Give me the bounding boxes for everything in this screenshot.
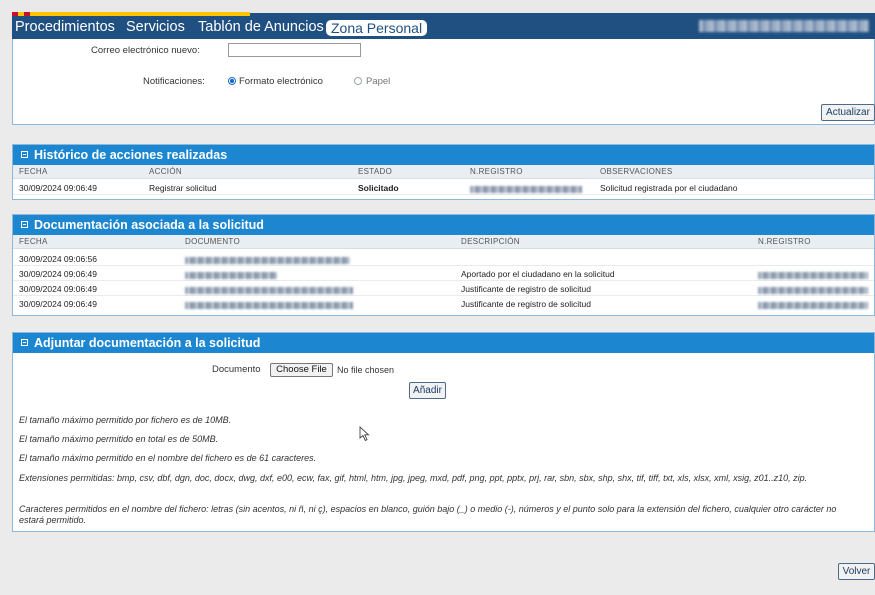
cell-nregistro-blurred — [758, 301, 868, 311]
note-max-name: El tamaño máximo permitido en el nombre … — [19, 453, 317, 463]
note-max-total: El tamaño máximo permitido en total es d… — [19, 434, 219, 444]
email-field[interactable] — [228, 43, 361, 57]
note-extensions: Extensiones permitidas: bmp, csv, dbf, d… — [19, 473, 808, 483]
col-fecha: FECHA — [19, 237, 48, 246]
table-row: 30/09/2024 09:06:49 Aportado por el ciud… — [13, 268, 874, 281]
mouse-cursor-icon — [359, 426, 370, 442]
attach-panel: Adjuntar documentación a la solicitud Do… — [12, 332, 875, 532]
history-header: Histórico de acciones realizadas — [13, 145, 874, 165]
option-electronic-label: Formato electrónico — [239, 76, 323, 87]
nav-zona-personal[interactable]: Zona Personal — [326, 20, 428, 36]
add-button[interactable]: Añadir — [409, 382, 446, 399]
no-file-text: No file chosen — [337, 365, 395, 375]
history-columns: FECHA ACCIÓN ESTADO N.REGISTRO OBSERVACI… — [13, 165, 874, 179]
back-button[interactable]: Volver — [838, 563, 875, 580]
table-row: 30/09/2024 09:06:56 — [13, 253, 874, 266]
doc-label: Documento — [212, 364, 261, 375]
col-estado: ESTADO — [358, 167, 393, 176]
history-title: Histórico de acciones realizadas — [34, 148, 228, 162]
attach-header: Adjuntar documentación a la solicitud — [13, 333, 874, 353]
cell-fecha: 30/09/2024 09:06:56 — [19, 254, 97, 264]
cell-fecha: 30/09/2024 09:06:49 — [19, 284, 97, 294]
table-row: 30/09/2024 09:06:49 Registrar solicitud … — [13, 182, 874, 195]
cell-descripcion: Aportado por el ciudadano en la solicitu… — [461, 269, 615, 279]
main-nav: Procedimientos Servicios Tablón de Anunc… — [12, 13, 875, 39]
note-allowed-chars: Caracteres permitidos en el nombre del f… — [19, 504, 837, 525]
doc-link-blurred[interactable] — [185, 301, 353, 311]
cell-descripcion: Justificante de registro de solicitud — [461, 299, 591, 309]
cell-fecha: 30/09/2024 09:06:49 — [19, 299, 97, 309]
documents-title: Documentación asociada a la solicitud — [34, 218, 264, 232]
documents-panel: Documentación asociada a la solicitud FE… — [12, 214, 875, 316]
option-paper-label: Papel — [366, 76, 391, 87]
col-nregistro: N.REGISTRO — [470, 167, 523, 176]
cell-observaciones: Solicitud registrada por el ciudadano — [600, 183, 738, 193]
cell-descripcion: Justificante de registro de solicitud — [461, 284, 591, 294]
documents-columns: FECHA DOCUMENTO DESCRIPCIÓN N.REGISTRO — [13, 235, 874, 249]
cell-nregistro-blurred — [758, 271, 868, 281]
cell-fecha: 30/09/2024 09:06:49 — [19, 269, 97, 279]
attach-title: Adjuntar documentación a la solicitud — [34, 336, 261, 350]
col-accion: ACCIÓN — [149, 167, 182, 176]
radio-paper[interactable] — [354, 77, 362, 85]
cell-nregistro-blurred — [758, 286, 868, 296]
notif-label: Notificaciones: — [143, 76, 205, 87]
radio-electronic[interactable] — [228, 77, 236, 85]
contact-panel: Correo electrónico nuevo: Notificaciones… — [12, 39, 875, 125]
doc-link-blurred[interactable] — [185, 286, 353, 296]
cell-nregistro-blurred — [470, 185, 582, 195]
email-label: Correo electrónico nuevo: — [91, 45, 200, 56]
nav-tablon[interactable]: Tablón de Anuncios — [198, 19, 324, 35]
collapse-icon[interactable] — [21, 339, 28, 346]
table-row: 30/09/2024 09:06:49 Justificante de regi… — [13, 283, 874, 296]
col-descripcion: DESCRIPCIÓN — [461, 237, 520, 246]
note-max-file: El tamaño máximo permitido por fichero e… — [19, 415, 232, 425]
col-documento: DOCUMENTO — [185, 237, 240, 246]
col-observaciones: OBSERVACIONES — [600, 167, 673, 176]
cell-estado: Solicitado — [358, 183, 399, 193]
choose-file-button[interactable]: Choose File — [270, 363, 333, 377]
doc-link-blurred[interactable] — [185, 271, 277, 281]
nav-procedimientos[interactable]: Procedimientos — [15, 19, 115, 35]
cell-fecha: 30/09/2024 09:06:49 — [19, 183, 97, 193]
col-fecha: FECHA — [19, 167, 48, 176]
documents-header: Documentación asociada a la solicitud — [13, 215, 874, 235]
table-row: 30/09/2024 09:06:49 Justificante de regi… — [13, 298, 874, 310]
nav-servicios[interactable]: Servicios — [126, 19, 185, 35]
flag-stripe — [12, 12, 872, 16]
history-panel: Histórico de acciones realizadas FECHA A… — [12, 144, 875, 200]
col-nregistro: N.REGISTRO — [758, 237, 811, 246]
update-button[interactable]: Actualizar — [821, 104, 875, 121]
cell-accion: Registrar solicitud — [149, 183, 217, 193]
collapse-icon[interactable] — [21, 151, 28, 158]
collapse-icon[interactable] — [21, 221, 28, 228]
user-name-blurred — [699, 20, 869, 32]
doc-link-blurred[interactable] — [185, 256, 350, 266]
